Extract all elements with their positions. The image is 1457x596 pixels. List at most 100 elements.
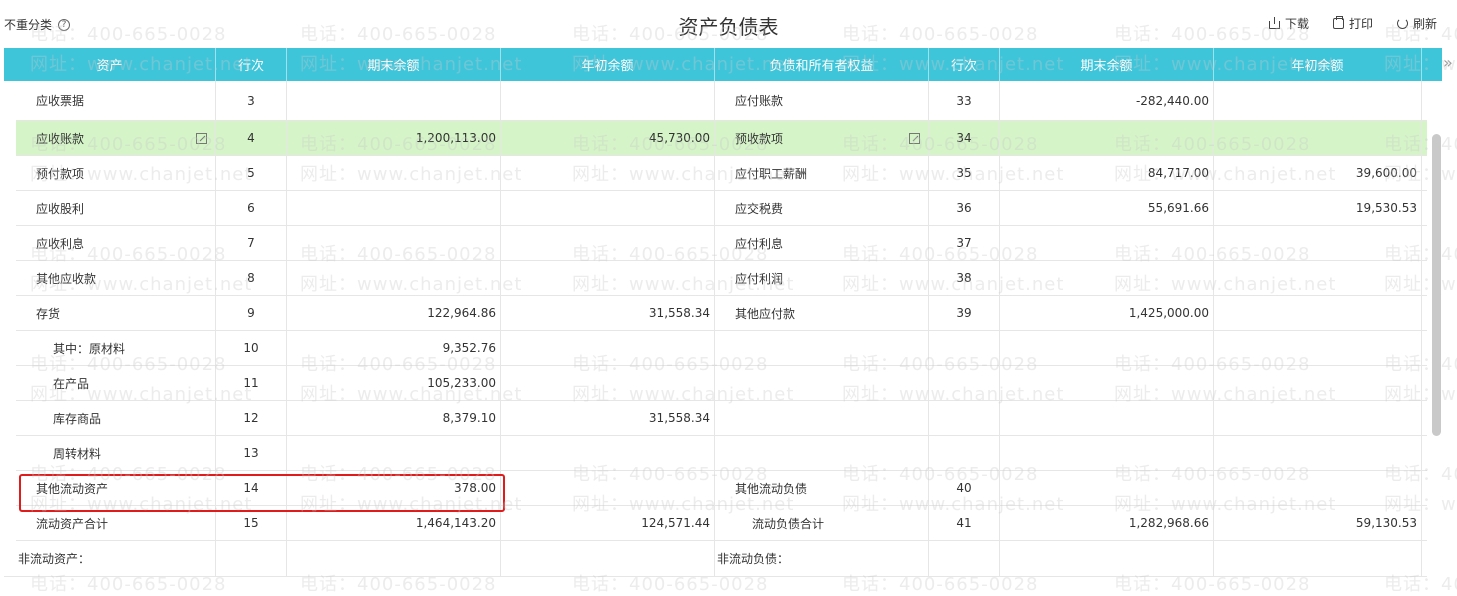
- asset-name: 周转材料: [16, 436, 216, 470]
- asset-begin-balance: 31,558.34: [501, 401, 715, 435]
- asset-row-no: 12: [216, 401, 287, 435]
- asset-begin-balance: [501, 226, 715, 260]
- asset-end-balance: [287, 261, 501, 295]
- table-row[interactable]: 应收票据 3 应付账款 33 -282,440.00: [16, 81, 1427, 121]
- noncurrent-liabilities-label: 非流动负债：: [715, 541, 929, 576]
- liability-end-balance: [1000, 331, 1214, 365]
- liability-begin-balance: [1214, 436, 1422, 470]
- empty-cell: [1214, 541, 1422, 576]
- liability-end-balance: [1000, 401, 1214, 435]
- table-row[interactable]: 存货 9 122,964.86 31,558.34 其他应付款 39 1,425,000.0…: [16, 296, 1427, 331]
- asset-begin-balance: [501, 191, 715, 225]
- top-bar: 不重分类 ? 资产负债表 下载 打印 刷新: [0, 0, 1457, 48]
- liability-row-no: 33: [929, 81, 1000, 120]
- col-end-balance: 期末余额: [287, 48, 501, 81]
- asset-row-no: 8: [216, 261, 287, 295]
- liability-row-no: 37: [929, 226, 1000, 260]
- print-button[interactable]: 打印: [1332, 15, 1373, 32]
- liability-end-balance: [1000, 226, 1214, 260]
- refresh-button[interactable]: 刷新: [1396, 15, 1437, 32]
- liability-end-balance: [1000, 366, 1214, 400]
- liability-row-no: 39: [929, 296, 1000, 330]
- asset-row-no: 7: [216, 226, 287, 260]
- table-header: 资产 行次 期末余额 年初余额 负债和所有者权益 行次 期末余额 年初余额: [4, 48, 1442, 81]
- table-row[interactable]: 库存商品 12 8,379.10 31,558.34: [16, 401, 1427, 436]
- refresh-label: 刷新: [1412, 17, 1437, 31]
- table-row[interactable]: 应收利息 7 应付利息 37: [16, 226, 1427, 261]
- empty-cell: [1000, 541, 1214, 576]
- liability-begin-balance: 19,530.53: [1214, 191, 1422, 225]
- asset-row-no: 13: [216, 436, 287, 470]
- download-label: 下载: [1284, 17, 1309, 31]
- asset-name: 库存商品: [16, 401, 216, 435]
- liability-begin-balance: [1214, 81, 1422, 120]
- asset-begin-balance: [501, 331, 715, 365]
- asset-begin-balance: 31,558.34: [501, 296, 715, 330]
- table-row[interactable]: 在产品 11 105,233.00: [16, 366, 1427, 401]
- asset-end-balance: [287, 81, 501, 120]
- liability-end-balance: [1000, 261, 1214, 295]
- liability-begin-balance: [1214, 296, 1422, 330]
- asset-begin-balance: [501, 261, 715, 295]
- liability-begin-balance: [1214, 261, 1422, 295]
- table-row[interactable]: 其他应收款 8 应付利润 38: [16, 261, 1427, 296]
- empty-cell: [929, 541, 1000, 576]
- toolbar: 下载 打印 刷新: [1268, 15, 1437, 32]
- col-end-balance-2: 期末余额: [1000, 48, 1214, 81]
- asset-name: 存货: [16, 296, 216, 330]
- liability-name: [715, 366, 929, 400]
- asset-end-balance: [287, 436, 501, 470]
- asset-end-balance: [287, 226, 501, 260]
- col-assets: 资产: [4, 48, 216, 81]
- table-row[interactable]: 预付款项 5 应付职工薪酬 35 84,717.00 39,600.00: [16, 156, 1427, 191]
- asset-begin-balance: [501, 81, 715, 120]
- asset-row-no: 9: [216, 296, 287, 330]
- col-begin-balance-2: 年初余额: [1214, 48, 1422, 81]
- asset-begin-balance: [501, 156, 715, 190]
- edit-icon[interactable]: [196, 132, 207, 144]
- liability-name: 应付利润: [715, 261, 929, 295]
- asset-begin-balance: 45,730.00: [501, 121, 715, 155]
- table-row[interactable]: 应收股利 6 应交税费 36 55,691.66 19,530.53: [16, 191, 1427, 226]
- liability-row-no: 35: [929, 156, 1000, 190]
- asset-name: 应收票据: [16, 81, 216, 120]
- edit-icon[interactable]: [909, 132, 920, 144]
- col-row-no: 行次: [216, 48, 287, 81]
- liability-name: 应交税费: [715, 191, 929, 225]
- liability-begin-balance: 39,600.00: [1214, 156, 1422, 190]
- asset-row-no: 6: [216, 191, 287, 225]
- asset-name: 应收账款: [16, 121, 216, 155]
- refresh-icon: [1396, 18, 1408, 29]
- asset-end-balance: 122,964.86: [287, 296, 501, 330]
- liability-name: 流动负债合计: [715, 506, 929, 540]
- liability-row-no: [929, 436, 1000, 470]
- scrollbar[interactable]: [1432, 134, 1441, 436]
- empty-cell: [216, 541, 287, 576]
- table-row[interactable]: 其中：原材料 10 9,352.76: [16, 331, 1427, 366]
- table-row[interactable]: 周转材料 13: [16, 436, 1427, 471]
- asset-name: 应收股利: [16, 191, 216, 225]
- asset-end-balance: 9,352.76: [287, 331, 501, 365]
- section-row: 非流动资产： 非流动负债：: [4, 541, 1427, 577]
- asset-name: 其中：原材料: [16, 331, 216, 365]
- table-row[interactable]: 应收账款 4 1,200,113.00 45,730.00 预收款项 34: [16, 121, 1427, 156]
- liability-begin-balance: [1214, 471, 1422, 505]
- print-icon: [1332, 16, 1344, 29]
- liability-begin-balance: [1214, 331, 1422, 365]
- asset-row-no: 11: [216, 366, 287, 400]
- noncurrent-assets-label: 非流动资产：: [4, 541, 216, 576]
- liability-name: [715, 331, 929, 365]
- print-label: 打印: [1348, 17, 1373, 31]
- liability-end-balance: [1000, 436, 1214, 470]
- asset-begin-balance: 124,571.44: [501, 506, 715, 540]
- highlight-box: [19, 474, 505, 512]
- asset-end-balance: 1,200,113.00: [287, 121, 501, 155]
- asset-end-balance: [287, 191, 501, 225]
- liability-begin-balance: [1214, 366, 1422, 400]
- liability-begin-balance: [1214, 401, 1422, 435]
- download-button[interactable]: 下载: [1268, 15, 1309, 32]
- col-begin-balance: 年初余额: [501, 48, 715, 81]
- liability-name: 其他应付款: [715, 296, 929, 330]
- expand-icon[interactable]: »: [1443, 53, 1453, 72]
- empty-cell: [501, 541, 715, 576]
